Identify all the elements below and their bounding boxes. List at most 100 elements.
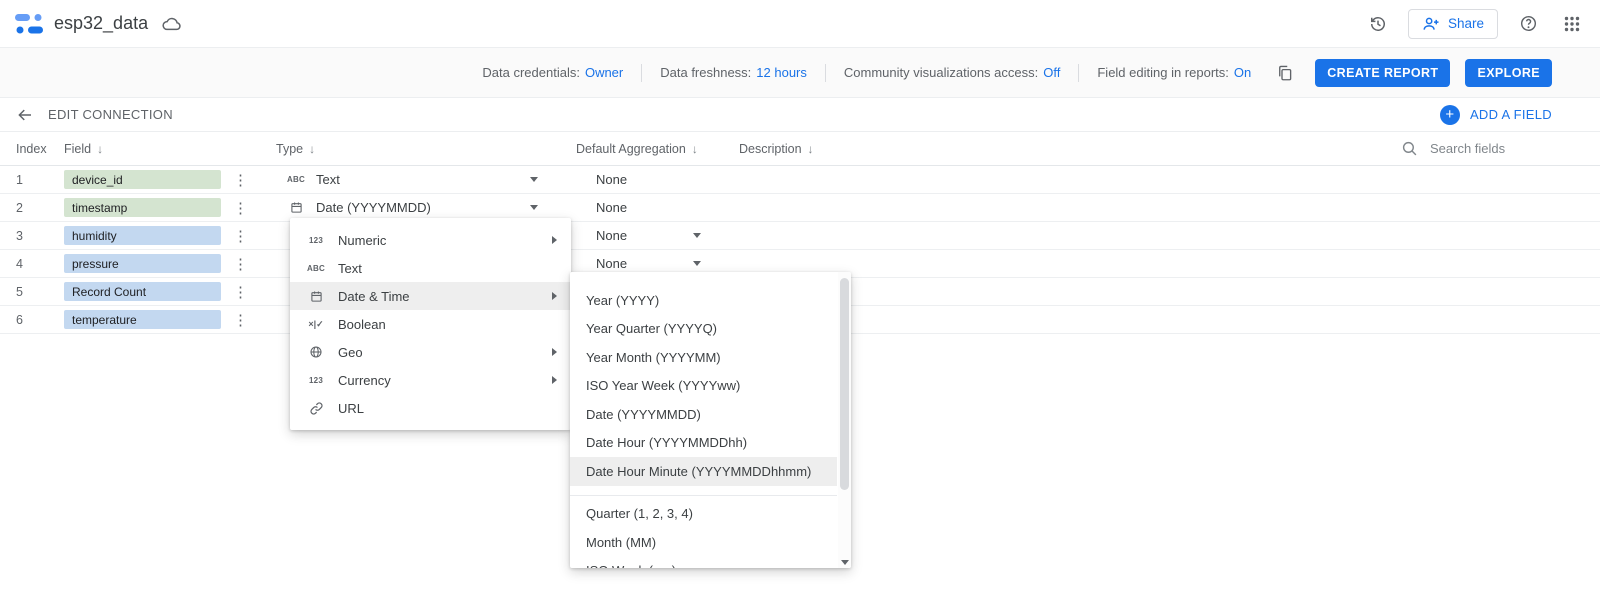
date-format-submenu: Year (YYYY) Year Quarter (YYYYQ) Year Mont… <box>570 272 851 568</box>
col-header-aggregation[interactable]: Default Aggregation ↓ <box>576 142 739 156</box>
field-type-dropdown[interactable]: ABC Text <box>276 172 544 187</box>
status-value-link[interactable]: On <box>1234 65 1251 80</box>
data-freshness: Data freshness: 12 hours <box>660 65 807 80</box>
type-menu-item[interactable]: URL <box>290 394 571 422</box>
field-type-dropdown[interactable]: Date (YYYYMMDD) <box>276 200 544 215</box>
field-name-chip[interactable]: timestamp <box>64 198 221 217</box>
add-field-label: ADD A FIELD <box>1469 107 1552 122</box>
date-icon <box>304 290 328 303</box>
type-menu-item[interactable]: 123 Numeric <box>290 226 571 254</box>
apps-grid-icon[interactable] <box>1558 10 1586 38</box>
field-cell: timestamp ⋮ <box>64 198 276 217</box>
date-format-option[interactable]: Date (YYYYMMDD) <box>570 400 837 429</box>
field-name-chip[interactable]: device_id <box>64 170 221 189</box>
help-icon[interactable] <box>1514 10 1542 38</box>
sort-down-icon: ↓ <box>691 141 698 156</box>
sort-down-icon: ↓ <box>807 141 814 156</box>
row-index: 5 <box>16 284 23 299</box>
data-credentials: Data credentials: Owner <box>482 65 623 80</box>
share-button[interactable]: Share <box>1407 8 1498 39</box>
date-format-option[interactable]: Year (YYYY) <box>570 286 837 315</box>
date-format-option[interactable]: ISO Year Week (YYYYww) <box>570 372 837 401</box>
field-name-chip[interactable]: pressure <box>64 254 221 273</box>
edit-connection-button[interactable]: EDIT CONNECTION <box>48 107 173 122</box>
status-value-link[interactable]: 12 hours <box>756 65 807 80</box>
aggregation-dropdown[interactable]: None <box>596 256 739 271</box>
url-icon <box>304 401 328 416</box>
more-options-icon[interactable]: ⋮ <box>233 311 248 329</box>
menu-item-label: Boolean <box>338 316 386 332</box>
scroll-down-arrow-icon[interactable] <box>840 560 849 565</box>
table-row: 1 device_id ⋮ ABC Text None <box>0 166 1600 194</box>
date-format-option[interactable]: Date Hour (YYYYMMDDhh) <box>570 429 837 458</box>
aggregation-cell: None <box>576 200 739 215</box>
col-header-type[interactable]: Type ↓ <box>276 142 576 156</box>
date-icon <box>284 201 308 214</box>
type-menu-item[interactable]: ×|✓ Boolean <box>290 310 571 338</box>
col-header-description[interactable]: Description ↓ <box>739 142 1401 156</box>
table-row: 2 timestamp ⋮ Date (YYYYMMDD) None <box>0 194 1600 222</box>
field-cell: pressure ⋮ <box>64 254 276 273</box>
col-header-index: Index <box>0 142 64 156</box>
col-label: Field <box>64 141 92 156</box>
type-menu-item[interactable]: Geo <box>290 338 571 366</box>
more-options-icon[interactable]: ⋮ <box>233 255 248 273</box>
type-menu-item[interactable]: ABC Text <box>290 254 571 282</box>
search-icon <box>1401 140 1418 157</box>
more-options-icon[interactable]: ⋮ <box>233 171 248 189</box>
field-name-chip[interactable]: humidity <box>64 226 221 245</box>
date-format-option[interactable]: Year Month (YYYYMM) <box>570 343 837 372</box>
version-history-icon[interactable] <box>1364 10 1392 38</box>
date-format-option[interactable]: Date Hour Minute (YYYYMMDDhhmm) <box>570 457 837 486</box>
status-label: Field editing in reports: <box>1097 65 1229 80</box>
row-index: 4 <box>16 256 23 271</box>
more-options-icon[interactable]: ⋮ <box>233 199 248 217</box>
scrollbar-thumb[interactable] <box>840 278 849 490</box>
menu-item-label: Text <box>338 260 362 276</box>
connection-bar: EDIT CONNECTION + ADD A FIELD <box>0 98 1600 132</box>
add-a-field-button[interactable]: + ADD A FIELD <box>1439 104 1552 125</box>
aggregation-cell: None <box>576 228 739 243</box>
settings-toolbar: Data credentials: Owner Data freshness: … <box>0 48 1600 98</box>
type-menu-item[interactable]: 123 Currency <box>290 366 571 394</box>
community-visualizations-access: Community visualizations access: Off <box>844 65 1060 80</box>
more-options-icon[interactable]: ⋮ <box>233 283 248 301</box>
submenu-arrow-icon <box>552 292 557 300</box>
numeric-icon: 123 <box>309 235 323 245</box>
field-type-label: Text <box>316 172 340 187</box>
datasource-title[interactable]: esp32_data <box>54 13 148 34</box>
more-options-icon[interactable]: ⋮ <box>233 227 248 245</box>
col-header-field[interactable]: Field ↓ <box>64 142 276 156</box>
duplicate-icon[interactable] <box>1271 59 1299 87</box>
field-name-chip[interactable]: Record Count <box>64 282 221 301</box>
menu-item-label: Numeric <box>338 232 387 248</box>
status-value-link[interactable]: Off <box>1043 65 1060 80</box>
field-type-label: Date (YYYYMMDD) <box>316 200 431 215</box>
date-format-option[interactable]: Month (MM) <box>570 528 837 557</box>
looker-studio-logo[interactable] <box>14 11 44 37</box>
type-menu-item[interactable]: Date & Time <box>290 282 571 310</box>
explore-button[interactable]: EXPLORE <box>1465 58 1552 87</box>
aggregation-dropdown[interactable]: None <box>596 228 739 243</box>
create-report-button[interactable]: CREATE REPORT <box>1315 58 1451 87</box>
divider <box>824 63 826 82</box>
field-cell: humidity ⋮ <box>64 226 276 245</box>
field-cell: device_id ⋮ <box>64 170 276 189</box>
submenu-arrow-icon <box>552 236 557 244</box>
field-name-chip[interactable]: temperature <box>64 310 221 329</box>
date-format-option[interactable]: ISO Week (ww) <box>570 557 837 568</box>
search-fields-input[interactable] <box>1430 141 1560 156</box>
back-arrow-icon[interactable] <box>16 106 34 124</box>
cloud-icon <box>162 16 182 32</box>
plus-circle-icon: + <box>1439 104 1460 125</box>
status-label: Community visualizations access: <box>843 65 1039 80</box>
col-label: Type <box>276 141 304 156</box>
aggregation-label: None <box>596 256 628 271</box>
date-format-option[interactable]: Year Quarter (YYYYQ) <box>570 315 837 344</box>
date-format-option[interactable]: Quarter (1, 2, 3, 4) <box>570 500 837 529</box>
aggregation-label: None <box>596 172 628 187</box>
divider <box>641 63 643 82</box>
status-value-link[interactable]: Owner <box>585 65 623 80</box>
row-index: 6 <box>16 312 23 327</box>
aggregation-cell: None <box>576 172 739 187</box>
